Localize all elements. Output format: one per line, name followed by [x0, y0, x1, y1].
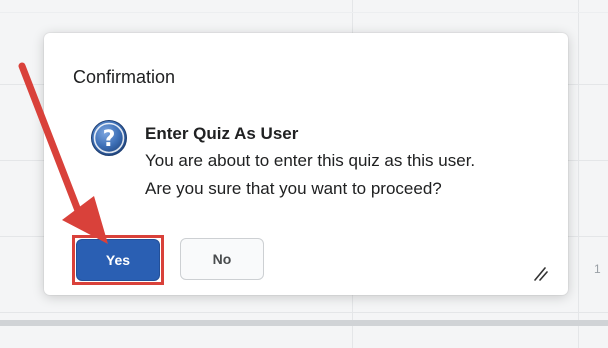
message-line: Are you sure that you want to proceed? — [145, 179, 442, 198]
message-heading: Enter Quiz As User — [145, 124, 299, 143]
resize-grip-icon[interactable] — [532, 265, 548, 281]
background-grid-line — [0, 12, 608, 13]
yes-button[interactable]: Yes — [76, 239, 160, 281]
question-icon: ? — [91, 120, 127, 156]
background-partial-text: 1 — [594, 262, 601, 276]
message-line: You are about to enter this quiz as this… — [145, 151, 476, 170]
dialog-title: Confirmation — [73, 67, 176, 87]
background-bottom-bar — [0, 320, 608, 326]
dialog-message: Enter Quiz As User You are about to ente… — [145, 123, 475, 203]
page-background: 1 Confirmation ? Enter Quiz As User You … — [0, 0, 608, 348]
confirmation-dialog: Confirmation ? Enter Quiz As User You ar… — [44, 33, 568, 295]
background-grid-line — [578, 0, 579, 348]
no-button[interactable]: No — [180, 238, 264, 280]
background-grid-line — [0, 312, 608, 313]
svg-text:?: ? — [103, 127, 116, 152]
